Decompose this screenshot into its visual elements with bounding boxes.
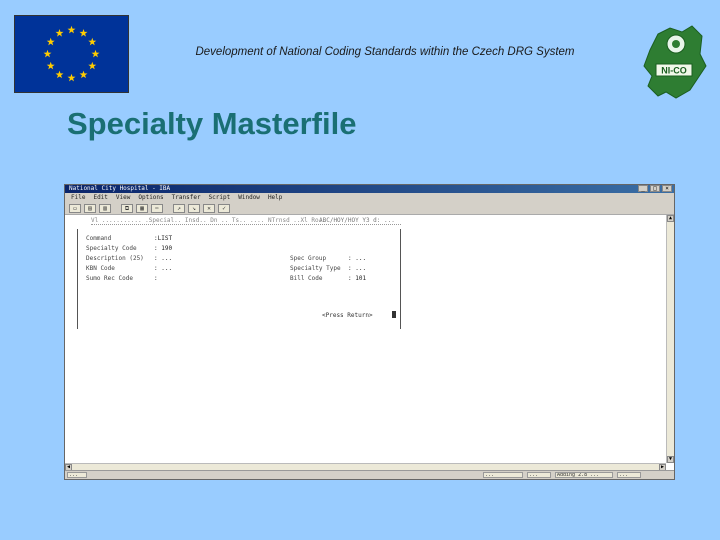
status-cell-3: ...: [527, 472, 551, 478]
terminal-header-right: ABC/HOY/HOY Y3 d: ...: [319, 217, 395, 224]
status-cell-2: ...: [483, 472, 523, 478]
status-cell-4: Adding 2.8 ...: [555, 472, 613, 478]
ni-co-logo: NI-CO: [636, 20, 708, 100]
eu-stars-icon: [15, 16, 128, 92]
menu-window[interactable]: Window: [238, 193, 260, 203]
form-box: Command :LIST Specialty Code : 190 Descr…: [77, 229, 401, 329]
open-icon[interactable]: ▤: [84, 204, 96, 213]
terminal-header-left: Vl ........... .Special.. Insd.. Dn .. T…: [91, 217, 326, 224]
terminal-screen[interactable]: Vl ........... .Special.. Insd.. Dn .. T…: [71, 217, 659, 465]
page-title: Specialty Masterfile: [67, 106, 357, 141]
sumo-rec-code-value[interactable]: :: [154, 275, 158, 282]
paste-icon[interactable]: ▦: [136, 204, 148, 213]
vertical-scrollbar[interactable]: ▲ ▼: [666, 215, 674, 463]
menu-script[interactable]: Script: [209, 193, 231, 203]
menu-options[interactable]: Options: [138, 193, 163, 203]
scroll-down-icon[interactable]: ▼: [667, 456, 674, 463]
new-file-icon[interactable]: ▭: [69, 204, 81, 213]
description-label: Description (25): [86, 255, 144, 262]
menu-bar: File Edit View Options Transfer Script W…: [65, 193, 674, 203]
minimize-button[interactable]: _: [638, 185, 648, 192]
spec-group-label: Spec Group: [290, 255, 327, 262]
specialty-code-value[interactable]: : 190: [154, 245, 172, 252]
horizontal-scrollbar[interactable]: ◀ ▶: [65, 463, 666, 471]
specialty-code-label: Specialty Code: [86, 245, 137, 252]
bill-code-label: Bill Code: [290, 275, 323, 282]
description-value[interactable]: : ...: [154, 255, 172, 262]
status-cell-5: ...: [617, 472, 641, 478]
copy-icon[interactable]: ⧉: [121, 204, 133, 213]
spec-group-value[interactable]: : ...: [348, 255, 366, 262]
bill-code-value[interactable]: : 101: [348, 275, 366, 282]
send-icon[interactable]: ↗: [173, 204, 185, 213]
header-text: Development of National Coding Standards…: [195, 46, 575, 58]
terminal-app-window: National City Hospital - IBA _ □ × File …: [64, 184, 675, 480]
kbn-code-value[interactable]: : ...: [154, 265, 172, 272]
press-return-prompt: <Press Return>: [322, 312, 373, 319]
cut-icon[interactable]: ✂: [151, 204, 163, 213]
menu-view[interactable]: View: [116, 193, 130, 203]
close-button[interactable]: ×: [662, 185, 672, 192]
stop-icon[interactable]: ✕: [203, 204, 215, 213]
menu-edit[interactable]: Edit: [93, 193, 107, 203]
print-icon[interactable]: ▥: [99, 204, 111, 213]
scroll-up-icon[interactable]: ▲: [667, 215, 674, 222]
menu-help[interactable]: Help: [268, 193, 282, 203]
kbn-code-label: KBN Code: [86, 265, 115, 272]
specialty-type-value[interactable]: : ...: [348, 265, 366, 272]
status-cell-1: ...: [67, 472, 87, 478]
logo-text: NI-CO: [661, 66, 687, 76]
sumo-rec-code-label: Sumo Rec Code: [86, 275, 133, 282]
status-bar: ... ... ... Adding 2.8 ... ...: [65, 470, 674, 479]
menu-file[interactable]: File: [71, 193, 85, 203]
window-titlebar: National City Hospital - IBA _ □ ×: [65, 185, 674, 193]
menu-transfer[interactable]: Transfer: [172, 193, 201, 203]
receive-icon[interactable]: ↘: [188, 204, 200, 213]
command-label: Command: [86, 235, 112, 242]
check-icon[interactable]: ✓: [218, 204, 230, 213]
terminal-cursor: [392, 311, 396, 318]
eu-flag: [14, 15, 129, 93]
specialty-type-label: Specialty Type: [290, 265, 341, 272]
toolbar: ▭ ▤ ▥ ⧉ ▦ ✂ ↗ ↘ ✕ ✓: [65, 203, 674, 215]
command-value[interactable]: :LIST: [154, 235, 172, 242]
maximize-button[interactable]: □: [650, 185, 660, 192]
window-title: National City Hospital - IBA: [69, 185, 171, 192]
